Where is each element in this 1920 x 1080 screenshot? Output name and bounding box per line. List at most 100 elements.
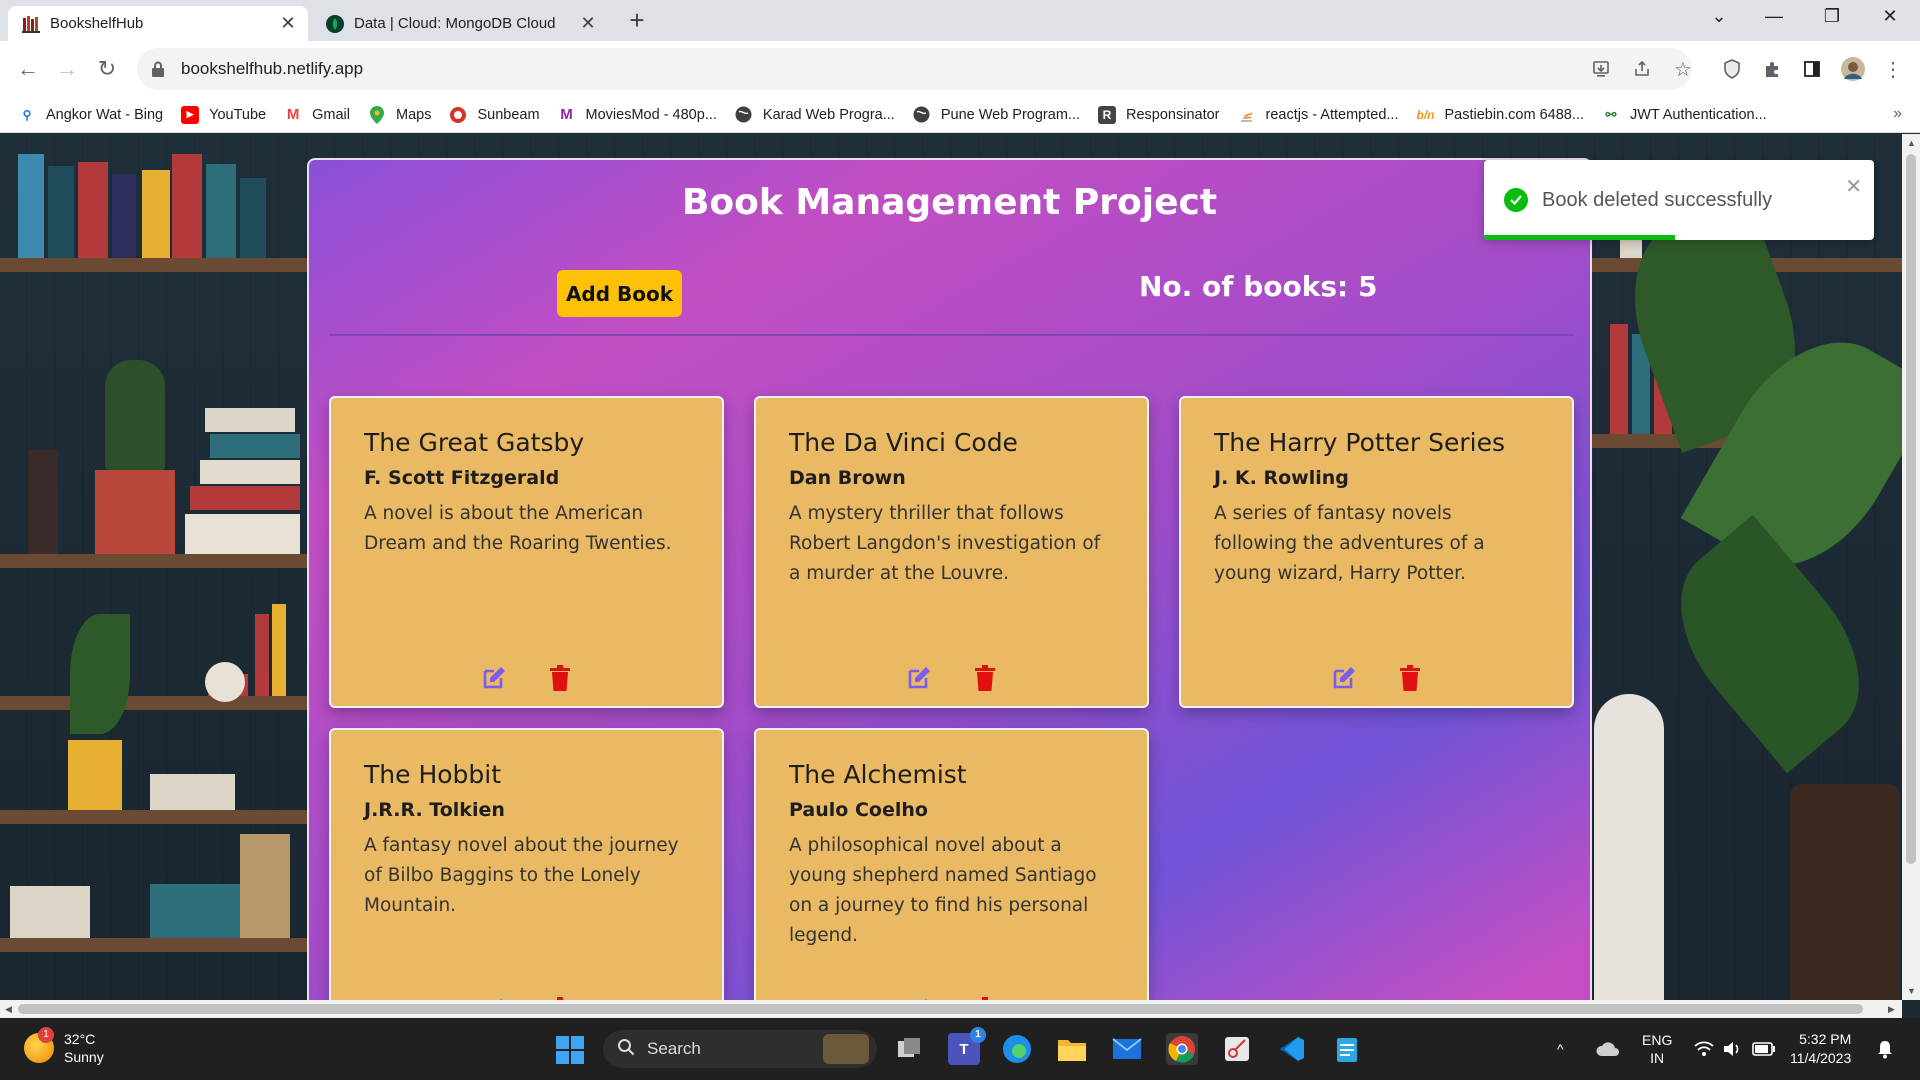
trash-icon[interactable]: [547, 664, 573, 692]
page-viewport: Book Management Project Add Book No. of …: [0, 134, 1902, 1000]
snipping-tool-icon[interactable]: [1221, 1033, 1253, 1065]
bookmark-item[interactable]: R Responsinator: [1098, 105, 1220, 124]
chrome-icon[interactable]: [1166, 1033, 1198, 1065]
youtube-icon: ▶: [181, 105, 200, 124]
trash-icon[interactable]: [972, 664, 998, 692]
notification-bell-icon[interactable]: [1876, 1018, 1894, 1080]
profile-avatar[interactable]: [1838, 54, 1868, 84]
weather-badge: 1: [38, 1027, 54, 1043]
book-card: The Alchemist Paulo Coelho A philosophic…: [754, 728, 1149, 1000]
pastebin-icon: b/n: [1416, 107, 1435, 122]
edit-icon[interactable]: [481, 664, 507, 692]
bookmark-item[interactable]: M Gmail: [284, 106, 350, 124]
bookmark-label: JWT Authentication...: [1629, 106, 1767, 123]
edge-browser-icon[interactable]: [1001, 1033, 1033, 1065]
weather-widget[interactable]: 1 32°C Sunny: [24, 1027, 104, 1066]
share-icon[interactable]: [1627, 54, 1657, 84]
file-explorer-icon[interactable]: [1056, 1033, 1088, 1065]
windows-start-icon[interactable]: [556, 1036, 584, 1064]
reload-icon[interactable]: ↻: [93, 55, 121, 83]
bookmark-item[interactable]: Sunbeam: [449, 106, 540, 124]
horizontal-scroll-thumb[interactable]: [18, 1004, 1863, 1014]
browser-toolbar: ← → ↻ bookshelfhub.netlify.app ☆ ⋮: [0, 41, 1920, 97]
search-icon: [617, 1038, 635, 1061]
battery-icon[interactable]: [1752, 1018, 1776, 1080]
bookmark-item[interactable]: Maps: [368, 105, 431, 124]
bookshelf-favicon-icon: [22, 15, 40, 33]
system-clock[interactable]: 5:32 PM 11/4/2023: [1790, 1030, 1851, 1068]
edit-icon[interactable]: [906, 664, 932, 692]
browser-menu-icon[interactable]: ⋮: [1878, 54, 1908, 84]
horizontal-scrollbar[interactable]: ◀ ▶: [0, 1000, 1902, 1018]
extensions-puzzle-icon[interactable]: [1757, 54, 1787, 84]
close-tab-icon[interactable]: ✕: [578, 13, 598, 34]
back-icon[interactable]: ←: [14, 55, 42, 83]
bookmark-item[interactable]: Karad Web Progra...: [735, 106, 895, 124]
bookmark-item[interactable]: reactjs - Attempted...: [1238, 106, 1398, 124]
close-toast-icon[interactable]: ✕: [1845, 174, 1862, 199]
close-window-icon[interactable]: ✕: [1870, 6, 1910, 27]
bookmark-label: YouTube: [209, 106, 267, 123]
language-indicator[interactable]: ENG IN: [1642, 1018, 1672, 1080]
install-app-icon[interactable]: [1586, 54, 1616, 84]
volume-icon[interactable]: [1722, 1018, 1742, 1080]
book-title: The Alchemist: [789, 760, 967, 789]
close-tab-icon[interactable]: ✕: [278, 13, 298, 34]
book-card: The Da Vinci Code Dan Brown A mystery th…: [754, 396, 1149, 708]
bookmark-item[interactable]: ⚲ Angkor Wat - Bing: [18, 106, 164, 124]
side-panel-icon[interactable]: [1797, 54, 1827, 84]
forward-icon[interactable]: →: [53, 55, 81, 83]
success-toast: Book deleted successfully ✕: [1484, 160, 1874, 240]
bookmark-item[interactable]: b/n Pastiebin.com 6488...: [1416, 106, 1583, 124]
book-card: The Great Gatsby F. Scott Fitzgerald A n…: [329, 396, 724, 708]
vertical-scroll-thumb[interactable]: [1906, 154, 1916, 864]
book-description: A novel is about the American Dream and …: [364, 503, 672, 554]
language-code: ENG: [1642, 1032, 1673, 1048]
vertical-scrollbar[interactable]: ▲ ▼: [1902, 134, 1920, 1000]
add-book-button[interactable]: Add Book: [557, 270, 682, 317]
card-actions: [1181, 664, 1572, 692]
tab-bookshelfhub[interactable]: BookshelfHub ✕: [8, 6, 308, 41]
region-code: IN: [1650, 1050, 1665, 1066]
book-author: J.R.R. Tolkien: [364, 799, 505, 821]
bookmark-star-icon[interactable]: ☆: [1668, 54, 1698, 84]
vscode-icon[interactable]: [1276, 1033, 1308, 1065]
wifi-icon[interactable]: [1694, 1018, 1714, 1080]
mail-icon[interactable]: [1111, 1033, 1143, 1065]
card-actions: [331, 664, 722, 692]
clock-time: 5:32 PM: [1799, 1031, 1852, 1047]
book-description: A mystery thriller that follows Robert L…: [789, 503, 1101, 584]
lock-icon[interactable]: [151, 61, 165, 77]
teams-icon[interactable]: T 1: [948, 1027, 986, 1065]
tab-mongodb[interactable]: Data | Cloud: MongoDB Cloud ✕: [312, 6, 608, 41]
scroll-right-arrow-icon[interactable]: ▶: [1888, 1004, 1895, 1015]
book-author: F. Scott Fitzgerald: [364, 467, 560, 489]
edit-icon[interactable]: [1331, 664, 1357, 692]
tab-search-chevron-icon[interactable]: ⌄: [1699, 6, 1739, 27]
scroll-down-arrow-icon[interactable]: ▼: [1907, 986, 1916, 996]
restore-icon[interactable]: ❐: [1812, 6, 1852, 27]
stackoverflow-icon: [1238, 106, 1256, 124]
address-bar[interactable]: bookshelfhub.netlify.app: [137, 48, 1692, 90]
card-actions: [756, 664, 1147, 692]
scroll-up-arrow-icon[interactable]: ▲: [1907, 138, 1916, 148]
shield-extension-icon[interactable]: [1717, 54, 1747, 84]
notepad-icon[interactable]: [1331, 1033, 1363, 1065]
more-bookmarks-chevron-icon[interactable]: »: [1893, 105, 1902, 123]
bookmark-item[interactable]: ▶ YouTube: [181, 105, 267, 124]
toast-message: Book deleted successfully: [1542, 188, 1773, 211]
taskbar-search-box[interactable]: Search: [603, 1030, 877, 1068]
scroll-left-arrow-icon[interactable]: ◀: [5, 1004, 12, 1015]
tab-title: BookshelfHub: [50, 15, 144, 32]
bookmark-item[interactable]: ⚯ JWT Authentication...: [1602, 106, 1767, 124]
moviesmod-icon: M: [560, 106, 573, 123]
minimize-icon[interactable]: —: [1754, 6, 1794, 27]
new-tab-button[interactable]: +: [622, 6, 652, 36]
show-hidden-icons-chevron-icon[interactable]: ^: [1557, 1018, 1564, 1080]
onedrive-icon[interactable]: [1596, 1018, 1620, 1080]
bookmark-item[interactable]: M MoviesMod - 480p...: [558, 106, 717, 124]
task-view-icon[interactable]: [893, 1033, 925, 1065]
trash-icon[interactable]: [1397, 664, 1423, 692]
gmail-icon: M: [286, 106, 300, 123]
bookmark-item[interactable]: Pune Web Program...: [913, 106, 1080, 124]
